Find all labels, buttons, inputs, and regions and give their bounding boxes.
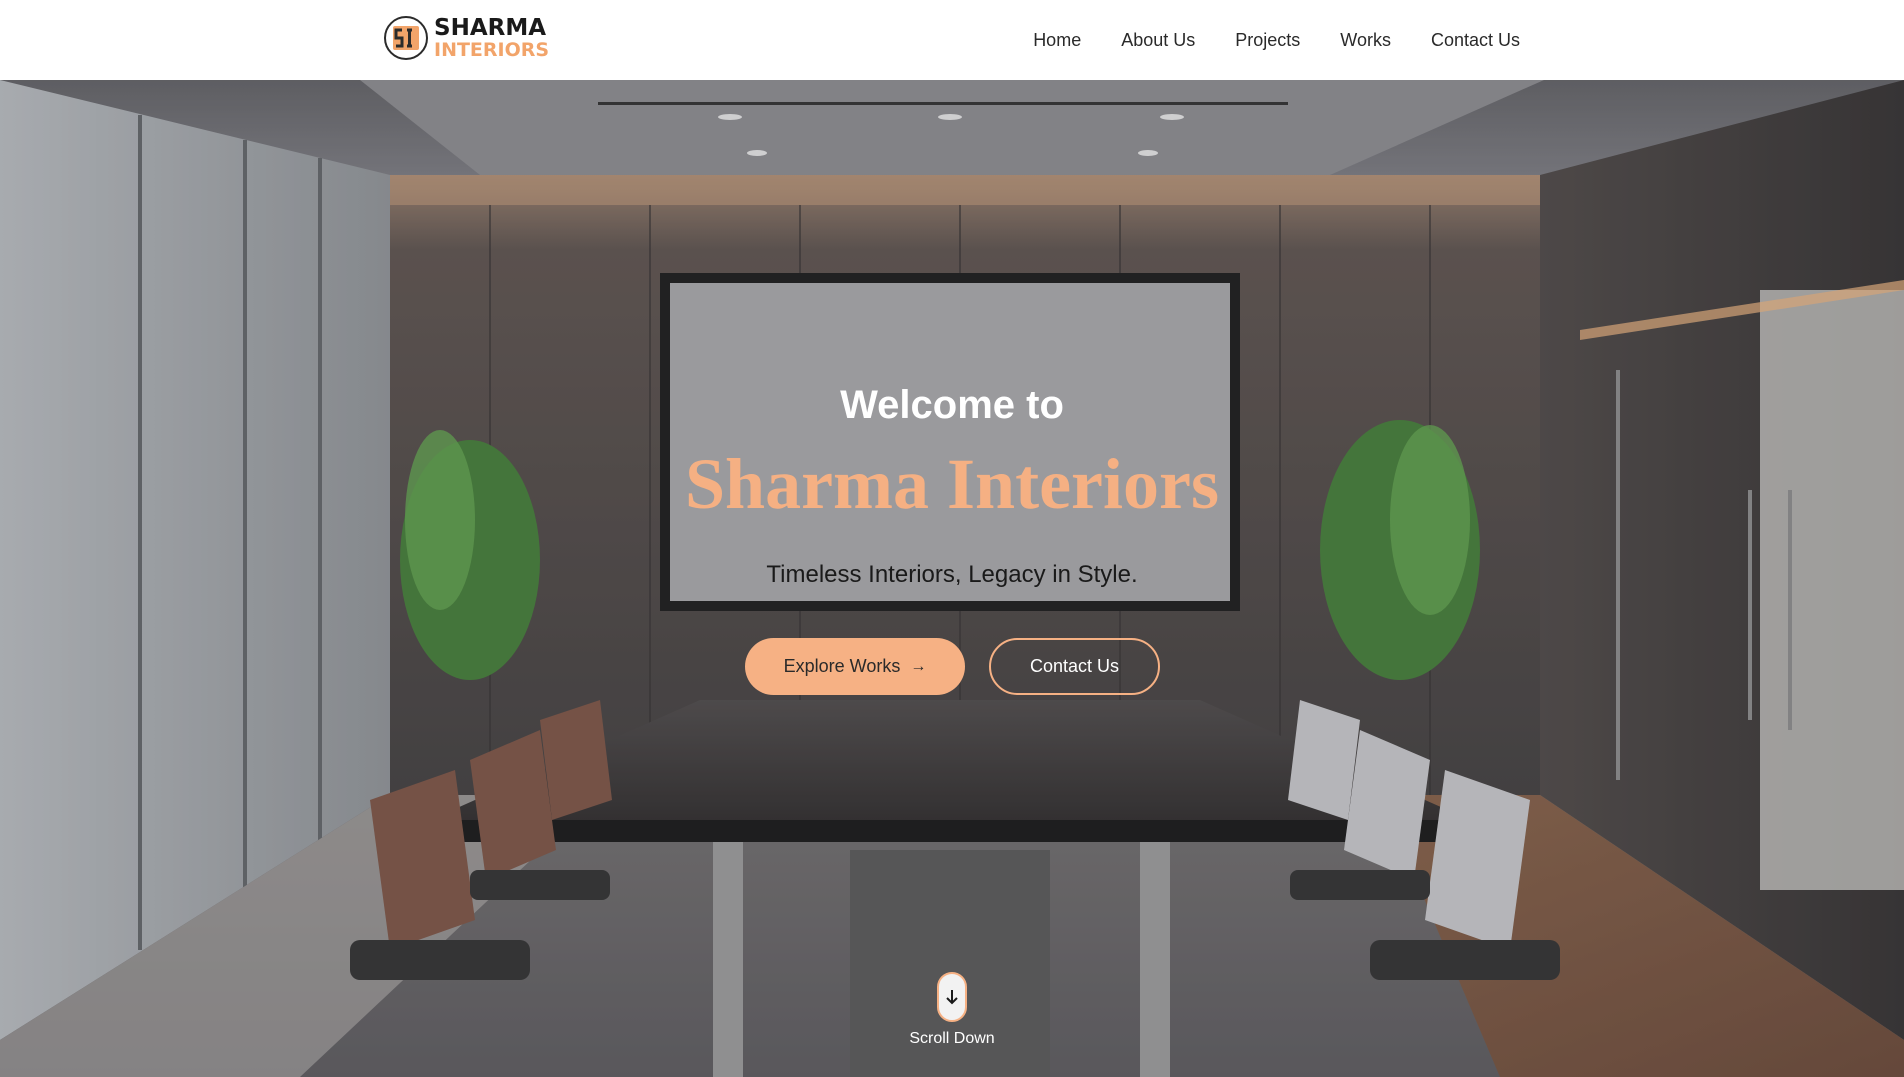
site-header: SHARMA INTERIORS Home About Us Projects … — [0, 0, 1904, 80]
logo-line1: SHARMA — [434, 14, 547, 41]
explore-works-button[interactable]: Explore Works → — [745, 638, 965, 695]
scroll-down-button[interactable] — [937, 972, 967, 1022]
nav-works[interactable]: Works — [1340, 30, 1391, 51]
logo-line2: INTERIORS — [434, 38, 550, 61]
hero-content: Welcome to Sharma Interiors Timeless Int… — [0, 80, 1904, 1077]
hero-brand-title: Sharma Interiors — [685, 444, 1219, 524]
nav-projects[interactable]: Projects — [1235, 30, 1300, 51]
explore-works-label: Explore Works — [783, 656, 901, 676]
logo[interactable]: SHARMA INTERIORS — [384, 14, 549, 62]
nav-contact-us[interactable]: Contact Us — [1431, 30, 1520, 51]
arrow-down-icon — [946, 990, 958, 1005]
contact-us-button[interactable]: Contact Us — [989, 638, 1160, 695]
nav-about-us[interactable]: About Us — [1121, 30, 1195, 51]
logo-monogram-icon — [384, 16, 428, 60]
contact-us-label: Contact Us — [1029, 656, 1120, 676]
scroll-down-label: Scroll Down — [909, 1030, 995, 1047]
hero-welcome: Welcome to — [840, 383, 1064, 427]
scroll-down[interactable]: Scroll Down — [0, 972, 1904, 1048]
hero-tagline: Timeless Interiors, Legacy in Style. — [766, 561, 1138, 588]
main-nav: Home About Us Projects Works Contact Us — [1033, 0, 1520, 80]
arrow-right-icon: → — [910, 657, 927, 675]
logo-text: SHARMA INTERIORS — [434, 14, 550, 61]
hero-section: Welcome to Sharma Interiors Timeless Int… — [0, 80, 1904, 1077]
nav-home[interactable]: Home — [1033, 30, 1081, 51]
